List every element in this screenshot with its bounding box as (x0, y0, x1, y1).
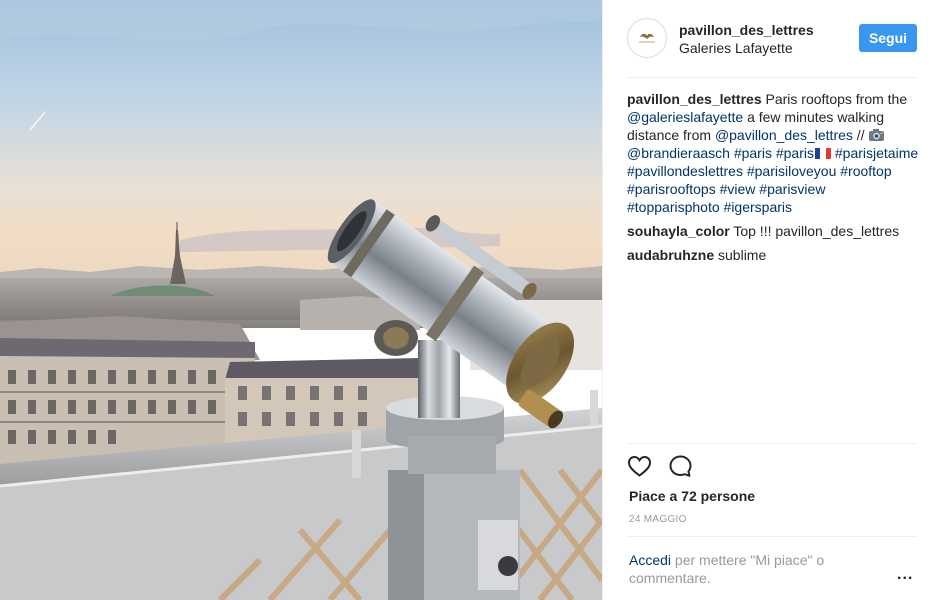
login-link[interactable]: Accedi (629, 552, 671, 568)
instagram-post: pavillon_des_lettres Galeries Lafayette … (0, 0, 940, 600)
caption-mention[interactable]: @galerieslafayette (627, 109, 743, 125)
hashtag[interactable]: #view (720, 181, 756, 197)
france-flag-icon (815, 148, 831, 159)
hashtag[interactable]: #parisjetaime (835, 145, 918, 161)
hashtag[interactable]: #parisview (759, 181, 825, 197)
hashtag[interactable]: #parisiloveyou (747, 163, 837, 179)
post-header: pavillon_des_lettres Galeries Lafayette … (627, 18, 917, 78)
comment-text: Top !!! pavillon_des_lettres (733, 223, 900, 239)
comment: audabruhzne sublime (627, 246, 919, 264)
comment-username[interactable]: audabruhzne (627, 247, 714, 263)
post-location[interactable]: Galeries Lafayette (679, 40, 793, 56)
comments-list: pavillon_des_lettres Paris rooftops from… (627, 90, 919, 270)
hashtag[interactable]: #topparisphoto (627, 199, 720, 215)
hashtag[interactable]: #igersparis (724, 199, 792, 215)
heart-icon[interactable] (627, 454, 652, 480)
post-date: 24 MAGGIO (629, 514, 687, 525)
caption-mention[interactable]: @pavillon_des_lettres (715, 127, 853, 143)
pavillon-logo-icon (639, 33, 655, 43)
comment: souhayla_color Top !!! pavillon_des_lett… (627, 222, 919, 240)
likes-count[interactable]: Piace a 72 persone (629, 488, 755, 504)
caption-text: Paris rooftops from the (765, 91, 908, 107)
divider (627, 536, 917, 537)
caption-username[interactable]: pavillon_des_lettres (627, 91, 762, 107)
avatar[interactable] (627, 18, 667, 58)
login-prompt: Accedi per mettere "Mi piace" o commenta… (629, 551, 861, 587)
comment-username[interactable]: souhayla_color (627, 223, 730, 239)
divider (627, 443, 917, 444)
hashtag[interactable]: #paris (776, 145, 814, 161)
hashtag[interactable]: #rooftop (840, 163, 891, 179)
more-options-button[interactable]: ... (897, 566, 913, 584)
comment-text: sublime (718, 247, 767, 263)
hashtag[interactable]: #pavillondeslettres (627, 163, 743, 179)
author-username[interactable]: pavillon_des_lettres (679, 22, 814, 38)
post-side-panel: pavillon_des_lettres Galeries Lafayette … (602, 0, 940, 600)
post-photo[interactable] (0, 0, 602, 600)
paris-rooftop-telescope-image (0, 0, 602, 600)
caption-mention[interactable]: @brandieraasch (627, 145, 730, 161)
hashtag[interactable]: #parisrooftops (627, 181, 716, 197)
comment-icon[interactable] (668, 454, 693, 480)
camera-emoji-icon (868, 128, 885, 142)
follow-button[interactable]: Segui (859, 24, 917, 52)
caption: pavillon_des_lettres Paris rooftops from… (627, 90, 919, 216)
caption-text: // (856, 127, 865, 143)
hashtag[interactable]: #paris (734, 145, 772, 161)
post-actions (627, 454, 693, 480)
